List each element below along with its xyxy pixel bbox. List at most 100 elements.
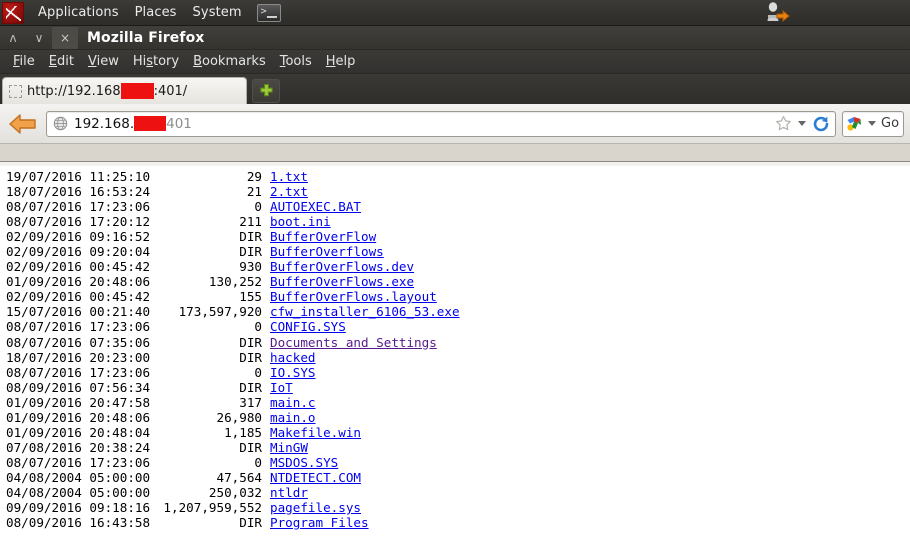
terminal-icon[interactable]: >_ — [256, 3, 281, 22]
listing-row-size: 1,207,959,552 — [163, 500, 262, 516]
window-titlebar: ʌ ∨ × Mozilla Firefox — [0, 26, 910, 50]
menu-tools[interactable]: Tools — [273, 52, 319, 71]
search-chevron-down-icon[interactable] — [868, 121, 876, 126]
listing-row-link[interactable]: MSDOS.SYS — [270, 455, 338, 470]
urlbar-chevron-down-icon[interactable] — [798, 121, 806, 126]
listing-row-link[interactable]: MinGW — [270, 440, 308, 455]
listing-row-date: 19/07/2016 11:25:10 — [6, 169, 151, 184]
listing-row: 01/09/2016 20:48:04 1,185 Makefile.win — [6, 425, 910, 440]
window-close-button[interactable]: × — [52, 26, 78, 49]
menu-bookmarks[interactable]: Bookmarks — [186, 52, 273, 71]
browser-tab-active[interactable]: http://192.168:401/ — [2, 77, 247, 104]
listing-row-date: 15/07/2016 00:21:40 — [6, 304, 151, 320]
listing-row-link[interactable]: pagefile.sys — [270, 500, 361, 515]
listing-row: 08/07/2016 17:23:06 0 MSDOS.SYS — [6, 455, 910, 470]
kali-dragon-logo[interactable] — [2, 1, 24, 24]
listing-row-link[interactable]: Program Files — [270, 515, 369, 530]
system-menu[interactable]: System — [185, 3, 250, 23]
listing-row-date: 08/09/2016 07:56:34 — [6, 379, 151, 395]
directory-listing: 19/07/2016 11:25:10 29 1.txt 18/07/2016 16:… — [0, 166, 910, 530]
listing-row-link[interactable]: BufferOverflows — [270, 244, 384, 259]
new-tab-button[interactable] — [252, 79, 280, 103]
listing-row-link[interactable]: main.c — [270, 395, 316, 410]
page-content-area: 19/07/2016 11:25:10 29 1.txt 18/07/2016 16:… — [0, 166, 910, 538]
listing-row-link[interactable]: IO.SYS — [270, 365, 316, 380]
menu-file[interactable]: File — [6, 52, 42, 71]
listing-row: 04/08/2004 05:00:00 47,564 NTDETECT.COM — [6, 470, 910, 485]
listing-row-size: 130,252 — [208, 274, 262, 290]
applications-menu[interactable]: Applications — [30, 3, 127, 23]
listing-row-link[interactable]: NTDETECT.COM — [270, 470, 361, 485]
listing-row-size: 173,597,920 — [178, 304, 262, 320]
listing-row-size: 0 — [254, 364, 262, 380]
url-bar[interactable]: 192.168. 401 — [46, 110, 836, 137]
menu-history[interactable]: History — [126, 52, 186, 71]
listing-row: 01/09/2016 20:47:58 317 main.c — [6, 395, 910, 410]
menu-edit-accel: E — [48, 54, 57, 69]
listing-row-size: 47,564 — [216, 469, 263, 485]
listing-row-date: 02/09/2016 00:45:42 — [6, 289, 151, 305]
listing-row-link[interactable]: cfw_installer_6106_53.exe — [270, 304, 460, 319]
listing-row-size: 930 — [239, 259, 262, 275]
listing-row-date: 18/07/2016 16:53:24 — [6, 184, 151, 200]
listing-row: 02/09/2016 09:16:52 DIR BufferOverFlow — [6, 229, 910, 244]
listing-row-link[interactable]: BufferOverFlow — [270, 229, 376, 244]
listing-row-date: 08/07/2016 07:35:06 — [6, 334, 151, 350]
menu-tools-post: ools — [285, 54, 312, 69]
listing-row-link[interactable]: BufferOverFlows.dev — [270, 259, 414, 274]
menu-history-pre: Hi — [132, 54, 147, 69]
listing-row-date: 08/07/2016 17:23:06 — [6, 454, 151, 470]
listing-row-link[interactable]: BufferOverFlows.layout — [270, 289, 437, 304]
listing-row-link[interactable]: Makefile.win — [270, 425, 361, 440]
listing-row: 09/09/2016 09:18:16 1,207,959,552 pagefile… — [6, 500, 910, 515]
menu-help-post: elp — [335, 54, 356, 69]
search-bar[interactable]: Go — [842, 110, 904, 137]
listing-row-size: DIR — [239, 379, 262, 395]
listing-row-date: 08/07/2016 17:23:06 — [6, 364, 151, 380]
terminal-cursor-bar — [266, 15, 277, 18]
menu-view-accel: V — [87, 54, 97, 69]
tab-strip: http://192.168:401/ — [0, 74, 910, 104]
listing-row-link[interactable]: AUTOEXEC.BAT — [270, 199, 361, 214]
user-logout-icon[interactable] — [762, 1, 790, 25]
listing-row: 01/09/2016 20:48:06 26,980 main.o — [6, 410, 910, 425]
listing-row-size: 317 — [239, 394, 262, 410]
listing-row-date: 08/07/2016 17:23:06 — [6, 319, 151, 335]
window-minimize-button[interactable]: ∨ — [26, 27, 52, 49]
listing-row: 07/08/2016 20:38:24 DIR MinGW — [6, 440, 910, 455]
back-arrow-icon[interactable] — [6, 109, 40, 139]
menu-edit[interactable]: Edit — [42, 52, 81, 71]
listing-row-link[interactable]: CONFIG.SYS — [270, 319, 346, 334]
listing-row-date: 04/08/2004 05:00:00 — [6, 469, 151, 485]
listing-row-link[interactable]: main.o — [270, 410, 316, 425]
listing-row-link[interactable]: boot.ini — [270, 214, 331, 229]
reload-icon[interactable] — [811, 114, 831, 134]
window-maximize-button[interactable]: ʌ — [0, 27, 26, 49]
bookmark-star-icon[interactable] — [773, 114, 793, 134]
listing-row-date: 01/09/2016 20:48:06 — [6, 409, 151, 425]
listing-row-link[interactable]: Documents and Settings — [270, 335, 437, 350]
listing-row-size: 21 — [246, 184, 262, 200]
menu-help[interactable]: Help — [319, 52, 363, 71]
listing-row-size: 1,185 — [224, 424, 262, 440]
listing-row-date: 02/09/2016 09:20:04 — [6, 244, 151, 260]
listing-row-link[interactable]: hacked — [270, 350, 316, 365]
listing-row-link[interactable]: 1.txt — [270, 169, 308, 184]
listing-row-date: 01/09/2016 20:48:04 — [6, 424, 151, 440]
listing-row-date: 08/07/2016 17:23:06 — [6, 199, 151, 215]
search-engine-label: Go — [881, 116, 900, 131]
window-title: Mozilla Firefox — [87, 29, 205, 46]
listing-row-link[interactable]: BufferOverFlows.exe — [270, 274, 414, 289]
listing-row: 18/07/2016 20:23:00 DIR hacked — [6, 350, 910, 365]
listing-row-link[interactable]: 2.txt — [270, 184, 308, 199]
listing-row-size: 0 — [254, 199, 262, 215]
listing-row-link[interactable]: ntldr — [270, 485, 308, 500]
listing-row-size: DIR — [239, 349, 262, 365]
menu-view-post: iew — [96, 54, 119, 69]
menu-view[interactable]: View — [81, 52, 126, 71]
places-menu[interactable]: Places — [127, 3, 185, 23]
listing-row-date: 08/09/2016 16:43:58 — [6, 515, 151, 531]
listing-row-date: 02/09/2016 00:45:42 — [6, 259, 151, 275]
globe-icon — [53, 116, 68, 131]
listing-row-link[interactable]: IoT — [270, 380, 293, 395]
